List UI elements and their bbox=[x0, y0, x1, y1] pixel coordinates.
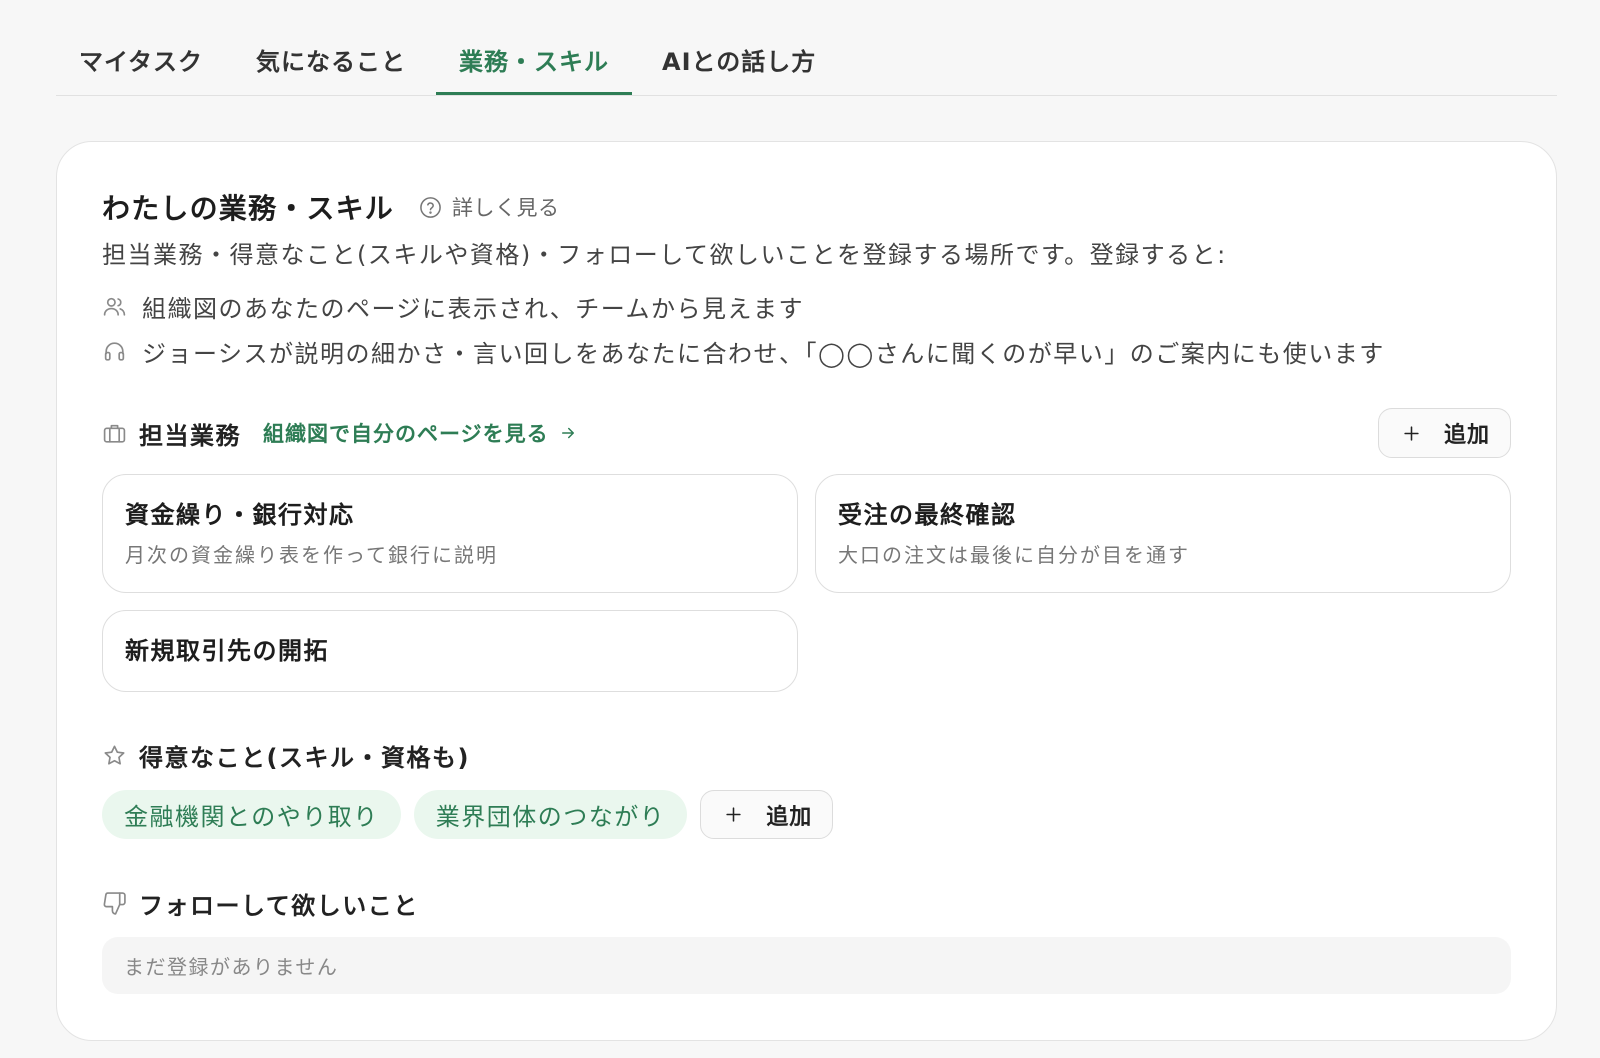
benefit-item-ai-personalization: ジョーシスが説明の細かさ・言い回しをあなたに合わせ、「◯◯さんに聞くのが早い」の… bbox=[102, 333, 1385, 369]
skills-section-header: 得意なこと(スキル・資格も) bbox=[102, 735, 470, 775]
question-circle-icon bbox=[419, 196, 442, 219]
duty-title: 新規取引先の開拓 bbox=[125, 637, 329, 665]
thumbs-down-icon bbox=[102, 891, 139, 916]
duties-section-header: 担当業務 組織図で自分のページを見る 追加 bbox=[102, 408, 1511, 458]
card-header: わたしの業務・スキル 詳しく見る bbox=[102, 187, 560, 227]
plus-icon bbox=[1403, 425, 1420, 442]
follow-empty-state: まだ登録がありません bbox=[102, 937, 1511, 994]
follow-heading: フォローして欲しいこと bbox=[139, 891, 419, 920]
add-duty-button[interactable]: 追加 bbox=[1377, 408, 1511, 458]
skill-chip[interactable]: 業界団体のつながり bbox=[413, 790, 688, 839]
duty-card[interactable]: 受注の最終確認 大口の注文は最後に自分が目を通す bbox=[815, 474, 1511, 593]
star-icon bbox=[102, 743, 139, 768]
duty-list: 資金繰り・銀行対応 月次の資金繰り表を作って銀行に説明 受注の最終確認 大口の注… bbox=[102, 474, 1511, 692]
tab-concerns[interactable]: 気になること bbox=[233, 0, 429, 95]
skill-chip[interactable]: 金融機関とのやり取り bbox=[102, 790, 401, 839]
add-skill-button[interactable]: 追加 bbox=[700, 790, 834, 839]
plus-icon bbox=[725, 806, 742, 823]
card-description: 担当業務・得意なこと(スキルや資格)・フォローして欲しいことを登録する場所です。… bbox=[102, 241, 1227, 269]
tab-ai-conversation-style[interactable]: AIとの話し方 bbox=[639, 0, 839, 95]
duty-card[interactable]: 資金繰り・銀行対応 月次の資金繰り表を作って銀行に説明 bbox=[102, 474, 798, 593]
tab-duties-skills[interactable]: 業務・スキル bbox=[436, 0, 633, 95]
follow-section-header: フォローして欲しいこと bbox=[102, 883, 419, 923]
benefit-item-org-chart: 組織図のあなたのページに表示され、チームから見えます bbox=[102, 288, 804, 324]
duty-card[interactable]: 新規取引先の開拓 bbox=[102, 610, 798, 692]
help-link-label: 詳しく見る bbox=[452, 196, 560, 220]
duty-title: 受注の最終確認 bbox=[838, 501, 1017, 529]
benefit-text: 組織図のあなたのページに表示され、チームから見えます bbox=[142, 294, 805, 323]
people-icon bbox=[102, 294, 127, 319]
duty-description: 大口の注文は最後に自分が目を通す bbox=[838, 543, 1190, 567]
benefit-text: ジョーシスが説明の細かさ・言い回しをあなたに合わせ、「◯◯さんに聞くのが早い」の… bbox=[142, 339, 1385, 368]
org-chart-link[interactable]: 組織図で自分のページを見る bbox=[263, 418, 577, 448]
headset-icon bbox=[102, 339, 127, 364]
duties-title-group: 担当業務 組織図で自分のページを見る bbox=[102, 416, 577, 451]
duty-description: 月次の資金繰り表を作って銀行に説明 bbox=[125, 543, 498, 567]
briefcase-icon bbox=[102, 421, 139, 446]
duty-title: 資金繰り・銀行対応 bbox=[125, 501, 355, 529]
duties-skills-card: わたしの業務・スキル 詳しく見る 担当業務・得意なこと(スキルや資格)・フォロー… bbox=[56, 141, 1557, 1041]
add-skill-button-label: 追加 bbox=[766, 804, 813, 830]
duties-heading: 担当業務 bbox=[139, 421, 241, 450]
page-title: わたしの業務・スキル bbox=[102, 192, 395, 225]
help-link[interactable]: 詳しく見る bbox=[419, 192, 560, 222]
org-chart-link-label: 組織図で自分のページを見る bbox=[263, 422, 549, 446]
skill-chip-list: 金融機関とのやり取り 業界団体のつながり 追加 bbox=[102, 790, 834, 839]
add-duty-button-label: 追加 bbox=[1443, 423, 1490, 448]
tab-bar: マイタスク 気になること 業務・スキル AIとの話し方 bbox=[56, 0, 1557, 96]
tab-my-tasks[interactable]: マイタスク bbox=[56, 0, 226, 95]
arrow-right-icon bbox=[559, 424, 577, 442]
skills-heading: 得意なこと(スキル・資格も) bbox=[139, 743, 470, 772]
